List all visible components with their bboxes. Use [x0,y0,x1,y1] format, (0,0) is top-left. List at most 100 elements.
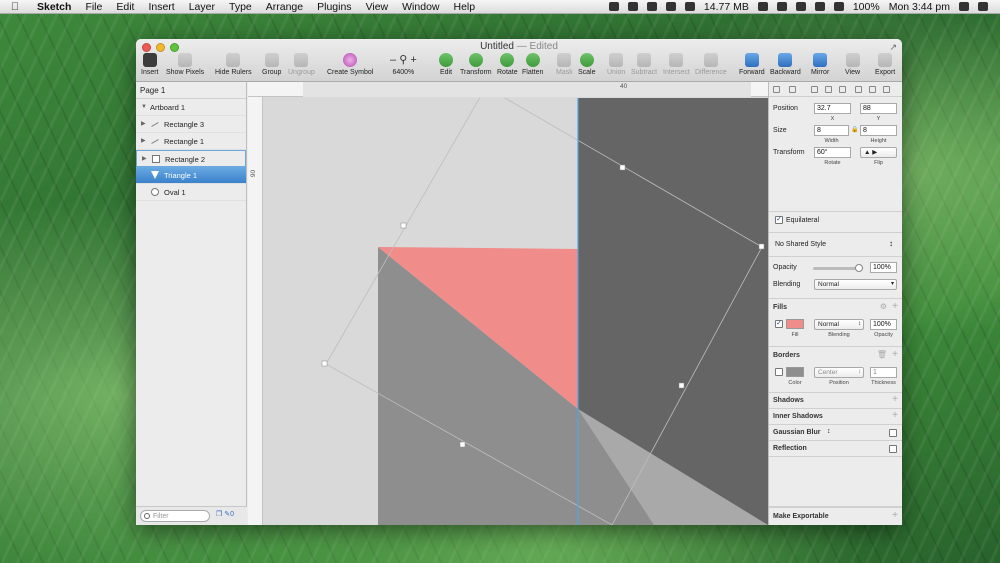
backward-button[interactable]: Backward [770,53,801,76]
fill-enabled-checkbox[interactable]: ✓ [775,320,783,328]
hide-rulers-button[interactable]: Hide Rulers [215,53,252,76]
resize-handle-top-right[interactable] [619,164,626,171]
gaussian-blur-select[interactable]: Gaussian Blur [773,429,820,436]
rotate-field[interactable]: 60° [814,147,851,158]
menu-app[interactable]: Sketch [30,1,78,13]
trash-icon[interactable]: 🗑 [877,350,887,360]
export-button[interactable]: Export [875,53,895,76]
resize-handle-right[interactable] [758,243,765,250]
layer-oval-1[interactable]: Oval 1 [136,184,246,201]
menu-type[interactable]: Type [222,1,259,13]
opacity-field[interactable]: 100% [870,262,897,273]
apple-menu-icon[interactable]:  [0,1,30,13]
gear-icon[interactable]: ⚙ [880,302,887,312]
border-thickness-field[interactable]: 1 [870,367,897,378]
align-bottom-icon[interactable] [883,86,890,93]
mirror-button[interactable]: Mirror [811,53,829,76]
menu-layer[interactable]: Layer [182,1,222,13]
monitor-icon[interactable] [684,2,695,11]
disclosure-right-icon[interactable]: ▶ [141,133,146,150]
zoom-out-icon[interactable]: – [390,54,396,66]
blur-checkbox[interactable] [889,429,897,437]
height-field[interactable]: 8 [860,125,897,136]
fill-color-swatch[interactable] [786,319,804,329]
mask-button[interactable]: Mask [556,53,573,76]
subtract-button[interactable]: Subtract [631,53,657,76]
messages-icon[interactable] [627,2,638,11]
border-position-select[interactable]: Center ↕ [814,367,864,378]
flip-horizontal-icon[interactable]: ▶ [872,149,877,156]
canvas[interactable]: 40 90 [248,82,768,525]
ungroup-button[interactable]: Ungroup [288,53,315,76]
opacity-slider[interactable] [813,264,863,272]
notifications-icon[interactable] [978,2,988,11]
intersect-button[interactable]: Intersect [663,53,690,76]
layer-triangle-1[interactable]: Triangle 1 [136,167,246,184]
layer-rectangle-1[interactable]: ▶ Rectangle 1 [136,133,246,150]
clock[interactable]: Mon 3:44 pm [889,1,950,13]
lock-ratio-icon[interactable]: 🔒 [851,126,858,133]
battery-readout[interactable]: 100% [853,1,880,13]
add-inner-shadow-icon[interactable]: + [892,411,898,421]
chat-icon[interactable] [665,2,676,11]
align-left-edge-icon[interactable] [811,86,818,93]
layer-rectangle-3[interactable]: ▶ Rectangle 3 [136,116,246,133]
group-button[interactable]: Group [262,53,281,76]
position-x-field[interactable]: 32.7 [814,103,851,114]
align-middle-icon[interactable] [869,86,876,93]
layer-artboard[interactable]: ▼ Artboard 1 [136,99,246,116]
menu-arrange[interactable]: Arrange [259,1,310,13]
shared-style-select[interactable]: No Shared Style [775,241,826,248]
menu-insert[interactable]: Insert [141,1,181,13]
equilateral-checkbox[interactable]: ✓ [775,216,783,224]
view-button[interactable]: View [845,53,860,76]
union-button[interactable]: Union [607,53,625,76]
chevron-updown-icon[interactable]: ↕ [827,428,831,435]
distribute-icon[interactable] [789,86,796,93]
add-border-icon[interactable]: + [892,350,898,360]
spotlight-icon[interactable] [959,2,969,11]
add-shadow-icon[interactable]: + [892,395,898,405]
insert-button[interactable]: Insert [141,53,159,76]
wifi-icon[interactable] [795,2,806,11]
disclosure-right-icon[interactable]: ▶ [141,116,146,133]
flip-buttons[interactable]: ▲ ▶ [860,147,897,158]
show-pixels-button[interactable]: Show Pixels [166,53,204,76]
create-symbol-button[interactable]: Create Symbol [327,53,373,76]
align-left-icon[interactable] [773,86,780,93]
select-arrows-icon[interactable]: ↕ [889,239,893,248]
flip-vertical-icon[interactable]: ▲ [864,149,870,156]
symbols-filter-icon[interactable]: ❐ [216,511,222,518]
border-enabled-checkbox[interactable] [775,368,783,376]
menu-help[interactable]: Help [447,1,483,13]
volume-icon[interactable] [814,2,825,11]
scale-button[interactable]: Scale [578,53,596,76]
align-top-icon[interactable] [855,86,862,93]
align-center-icon[interactable] [825,86,832,93]
fill-blending-select[interactable]: Normal ↕ [814,319,864,330]
resize-handle-top-left[interactable] [400,222,407,229]
reflection-checkbox[interactable] [889,445,897,453]
horizontal-ruler[interactable]: 40 [248,82,768,97]
flatten-button[interactable]: Flatten [522,53,543,76]
menu-plugins[interactable]: Plugins [310,1,358,13]
time-machine-icon[interactable] [776,2,787,11]
resize-handle-bottom-right[interactable] [678,382,685,389]
fill-opacity-field[interactable]: 100% [870,319,897,330]
align-right-icon[interactable] [839,86,846,93]
add-fill-icon[interactable]: + [892,302,898,312]
width-field[interactable]: 8 [814,125,849,136]
forward-button[interactable]: Forward [739,53,765,76]
export-section[interactable]: Make Exportable + [769,507,902,525]
menu-window[interactable]: Window [395,1,446,13]
inner-shadows-section[interactable]: Inner Shadows + [769,408,902,424]
dropbox-icon[interactable] [608,2,619,11]
resize-handle-bottom[interactable] [459,441,466,448]
page-selector[interactable]: Page 1 [136,82,246,99]
difference-button[interactable]: Difference [695,53,727,76]
flag-icon[interactable] [833,2,844,11]
vertical-ruler[interactable]: 90 [248,97,263,525]
layer-rectangle-2[interactable]: ▶ Rectangle 2 [136,150,246,167]
menu-file[interactable]: File [78,1,109,13]
bluetooth-icon[interactable] [757,2,768,11]
